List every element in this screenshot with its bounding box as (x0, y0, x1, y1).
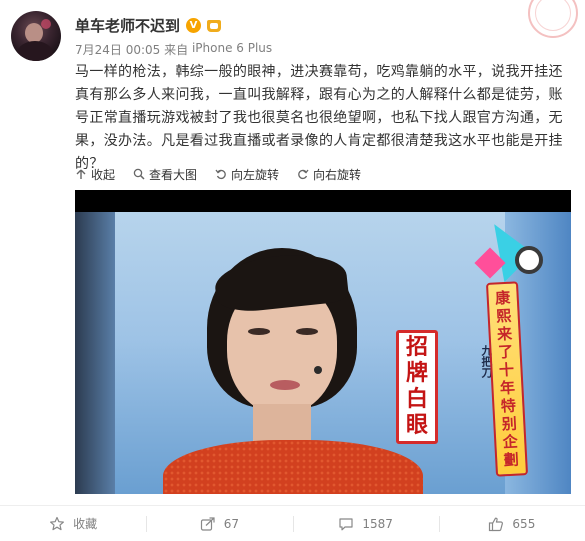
post-text: 马一样的枪法，韩综一般的眼神，进决赛靠苟，吃鸡靠躺的水平，说我开挂还真有那么多人… (75, 64, 563, 172)
verified-badge-icon[interactable]: V (186, 17, 202, 33)
share-button[interactable]: 67 (146, 506, 292, 541)
like-button[interactable]: 655 (438, 506, 585, 541)
post-image[interactable]: 招 牌 白 眼 九把刀 康 熙 来 了 十 年 特 别 企 劃 (75, 190, 571, 494)
banner-char: 康 (494, 288, 511, 308)
banner-char: 企 (502, 432, 519, 452)
like-count: 655 (512, 516, 536, 531)
banner-char: 劃 (503, 450, 520, 470)
rotate-right-icon (298, 169, 309, 180)
banner-char: 别 (501, 414, 518, 434)
sign-char: 牌 (405, 361, 428, 386)
banner-char: 年 (499, 378, 516, 398)
comment-count: 1587 (362, 516, 393, 531)
view-large-button[interactable]: 查看大图 (133, 166, 197, 183)
sign-char: 招 (405, 335, 428, 360)
rotate-left-button[interactable]: 向左旋转 (215, 166, 279, 183)
image-toolbar: 收起 查看大图 向左旋转 向右旋转 (75, 165, 379, 183)
collapse-button[interactable]: 收起 (75, 166, 115, 183)
post-time[interactable]: 7月24日 00:05 (75, 41, 160, 58)
author-name[interactable]: 单车老师不迟到 (75, 15, 180, 36)
zoom-icon (133, 168, 145, 180)
banner-char: 十 (498, 360, 515, 380)
share-icon (200, 516, 215, 531)
collapse-label: 收起 (91, 167, 116, 182)
post-actions: 收藏 67 1587 655 (0, 506, 585, 541)
banner-char: 来 (496, 324, 513, 344)
author-row: 单车老师不迟到 V (75, 14, 222, 36)
star-icon (50, 516, 65, 530)
sign-char: 白 (405, 387, 428, 412)
rotate-right-label: 向右旋转 (313, 167, 362, 182)
rotate-left-label: 向左旋转 (231, 167, 280, 182)
rotate-right-button[interactable]: 向右旋转 (297, 166, 361, 183)
comment-button[interactable]: 1587 (292, 506, 439, 541)
view-large-label: 查看大图 (149, 167, 198, 182)
thumbs-up-icon (489, 517, 504, 531)
post-meta: 7月24日 00:05 来自 iPhone 6 Plus (75, 41, 272, 58)
favorite-button[interactable]: 收藏 (0, 506, 146, 541)
banner-char: 了 (497, 342, 514, 362)
avatar[interactable] (11, 11, 61, 61)
sign-char: 眼 (405, 413, 428, 438)
banner-char: 熙 (495, 306, 512, 326)
favorite-label: 收藏 (73, 517, 98, 531)
image-sign: 招 牌 白 眼 (396, 330, 438, 444)
banner-char: 特 (500, 396, 517, 416)
source-prefix: 来自 (160, 43, 192, 57)
member-crown-icon[interactable] (206, 18, 222, 33)
share-count: 67 (223, 516, 240, 531)
weibo-post: 单车老师不迟到 V 7月24日 00:05 来自 iPhone 6 Plus 马… (0, 0, 585, 541)
collapse-arrow-icon (76, 169, 86, 179)
watermark-stamp (518, 0, 584, 38)
rotate-left-icon (215, 169, 226, 180)
comment-icon (339, 517, 353, 530)
post-source[interactable]: iPhone 6 Plus (192, 41, 272, 58)
